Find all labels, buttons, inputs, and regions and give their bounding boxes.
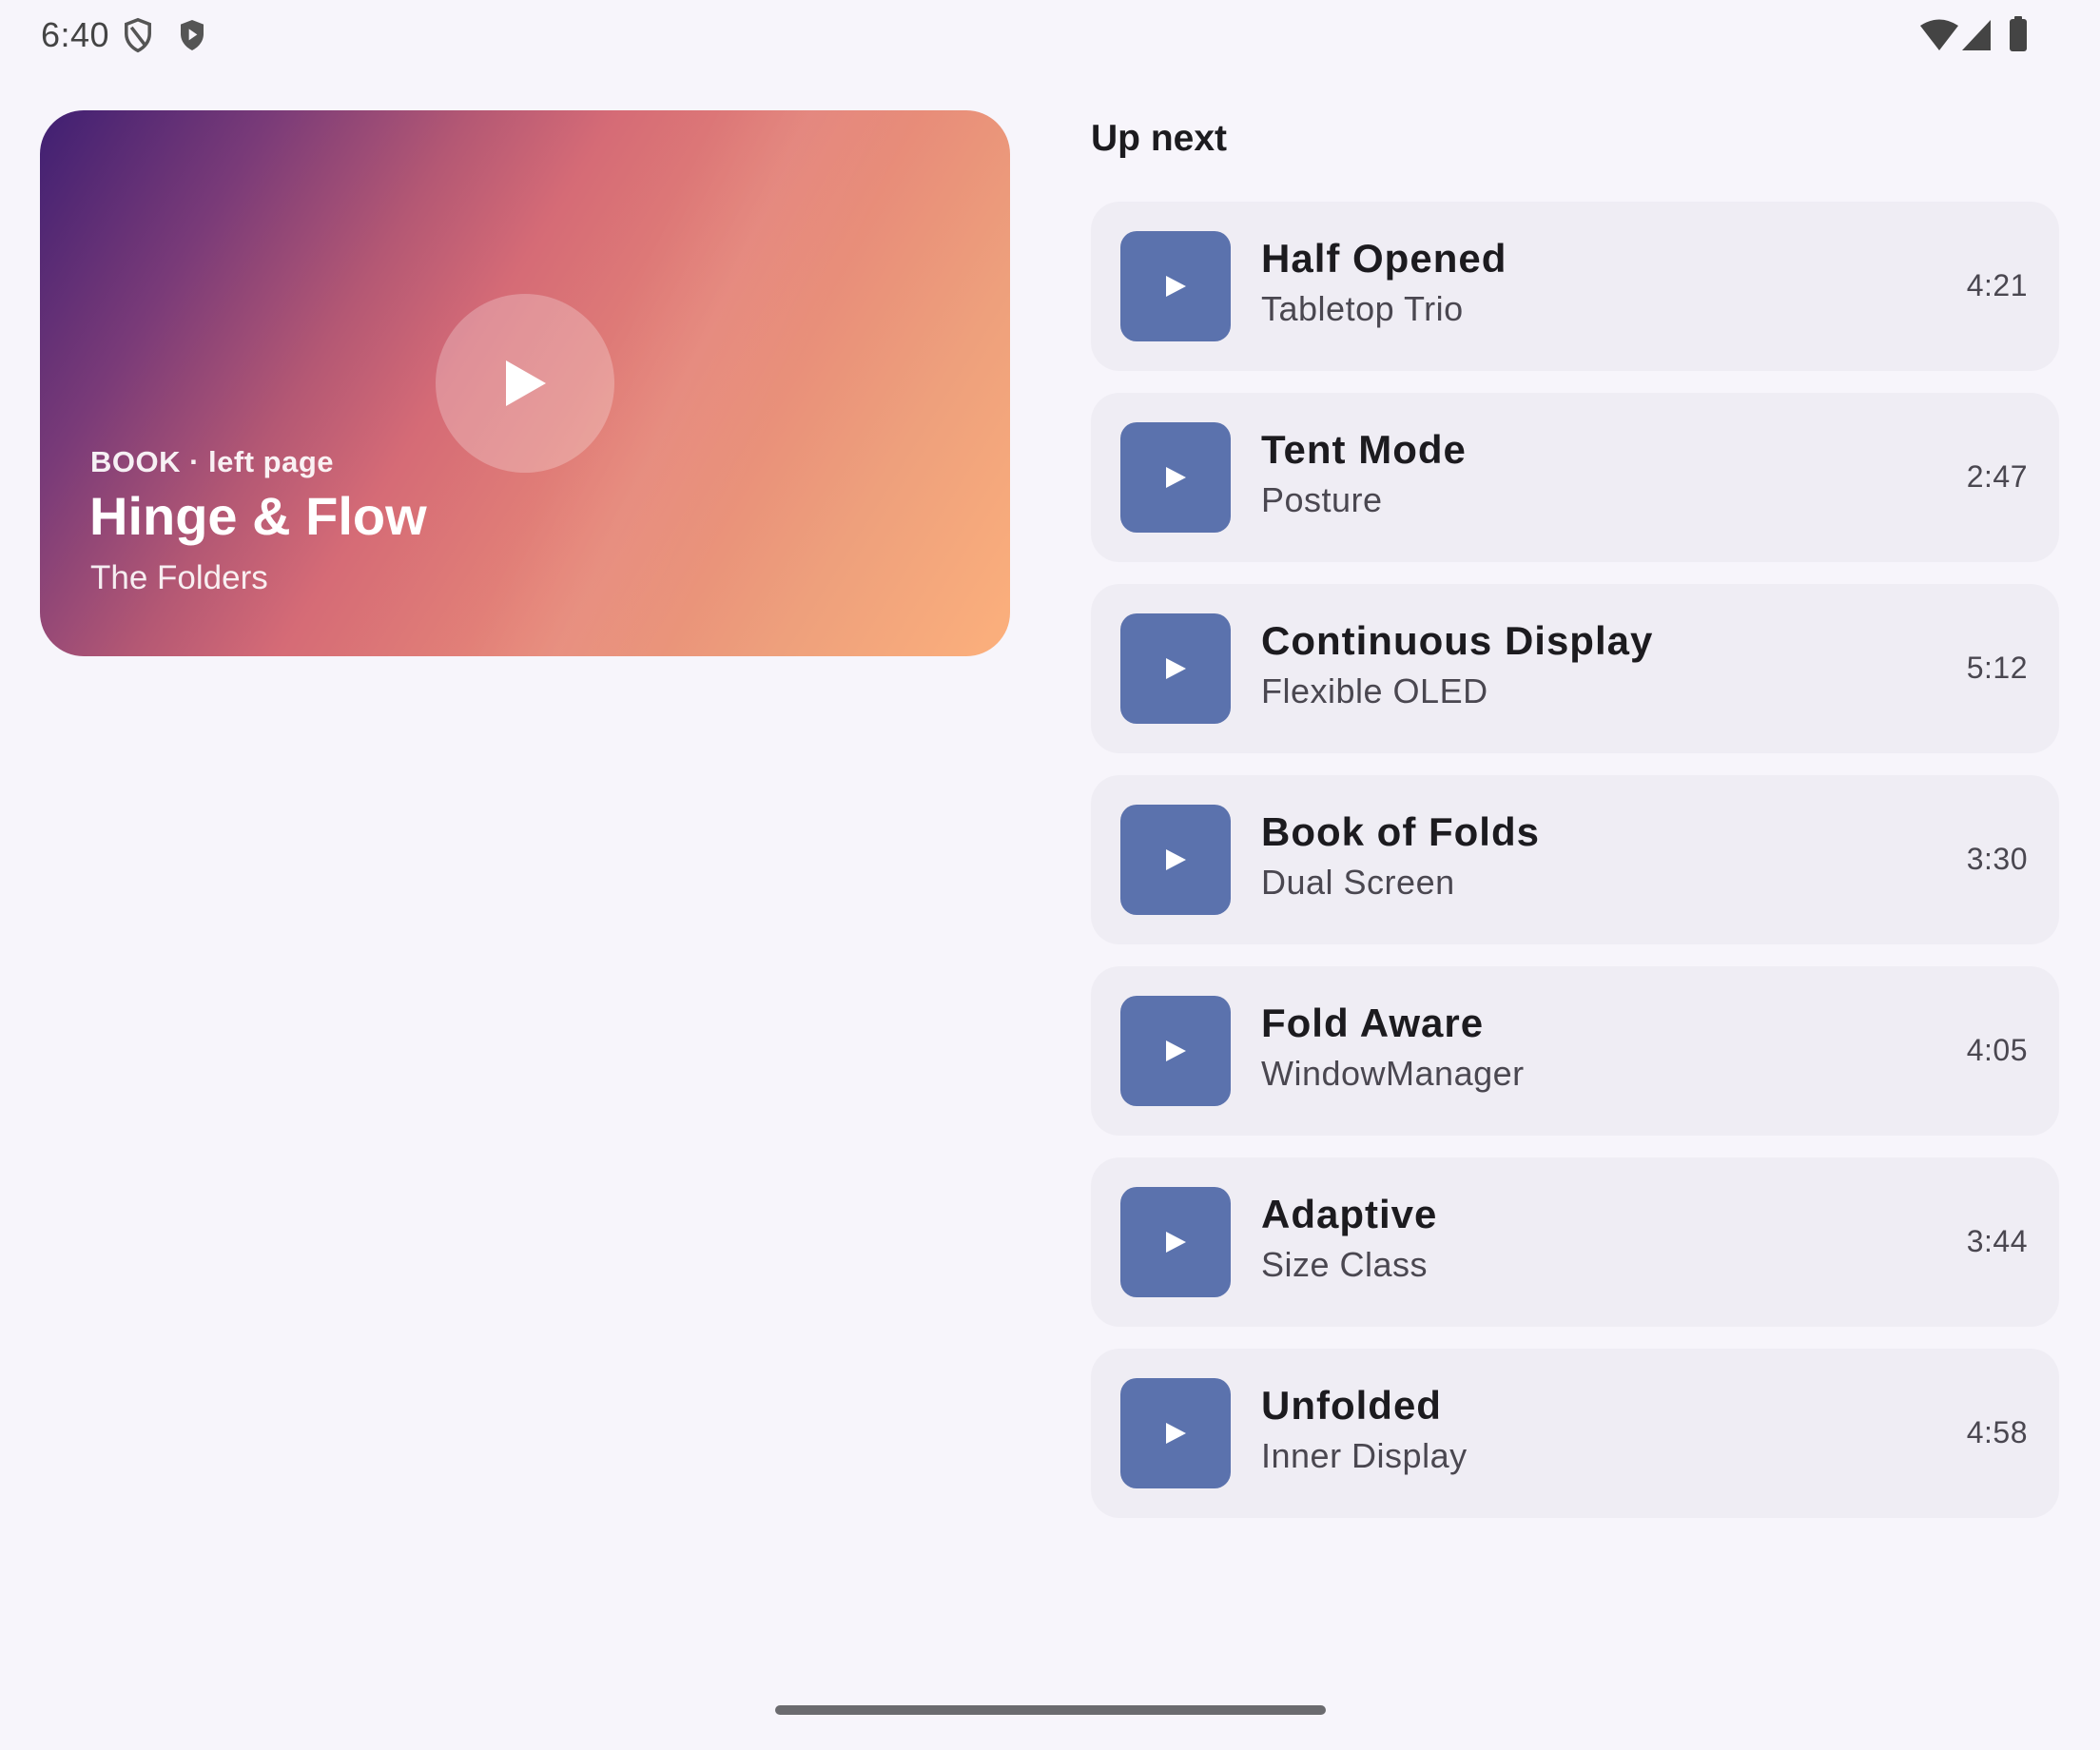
track-artist: Dual Screen xyxy=(1261,863,1455,902)
play-icon xyxy=(1166,1423,1186,1444)
hero-eyebrow: BOOK · left page xyxy=(90,445,335,478)
play-icon xyxy=(506,360,546,406)
play-icon xyxy=(1166,1232,1186,1253)
hero-title: Hinge & Flow xyxy=(89,486,427,546)
track-duration: 2:47 xyxy=(1966,459,2028,494)
track-artist: Flexible OLED xyxy=(1261,671,1488,710)
track-artist: Inner Display xyxy=(1261,1436,1468,1475)
track-item[interactable]: Unfolded Inner Display 4:58 xyxy=(1091,1349,2059,1518)
track-title: Fold Aware xyxy=(1261,1001,1485,1045)
track-item[interactable]: Adaptive Size Class 3:44 xyxy=(1091,1157,2059,1327)
status-bar: 6:40 xyxy=(0,0,2100,72)
track-item[interactable]: Continuous Display Flexible OLED 5:12 xyxy=(1091,584,2059,753)
track-item[interactable]: Fold Aware WindowManager 4:05 xyxy=(1091,966,2059,1136)
track-artist: Size Class xyxy=(1261,1245,1429,1284)
up-next-heading: Up next xyxy=(1091,118,1228,159)
shield-outline-icon xyxy=(125,17,151,53)
track-duration: 3:44 xyxy=(1966,1224,2028,1258)
wifi-icon xyxy=(1920,19,1958,50)
track-duration: 4:58 xyxy=(1966,1415,2028,1449)
track-artist: Tabletop Trio xyxy=(1261,289,1464,328)
track-thumbnail[interactable] xyxy=(1120,805,1231,915)
track-duration: 5:12 xyxy=(1966,651,2028,685)
track-thumbnail[interactable] xyxy=(1120,613,1231,724)
status-time: 6:40 xyxy=(41,15,110,54)
track-title: Book of Folds xyxy=(1261,809,1540,854)
track-title: Adaptive xyxy=(1261,1192,1438,1236)
track-thumbnail[interactable] xyxy=(1120,231,1231,341)
track-artist: WindowManager xyxy=(1261,1054,1525,1093)
track-artist: Posture xyxy=(1261,480,1383,519)
cellular-signal-icon xyxy=(1962,20,1991,50)
track-thumbnail[interactable] xyxy=(1120,996,1231,1106)
play-icon xyxy=(1166,467,1186,488)
track-thumbnail[interactable] xyxy=(1120,1378,1231,1488)
gesture-nav-handle[interactable] xyxy=(775,1705,1326,1715)
now-playing-card[interactable]: BOOK · left page Hinge & Flow The Folder… xyxy=(40,110,1010,656)
track-item[interactable]: Book of Folds Dual Screen 3:30 xyxy=(1091,775,2059,944)
track-title: Half Opened xyxy=(1261,236,1507,281)
play-shield-icon xyxy=(181,20,204,50)
track-duration: 4:21 xyxy=(1966,268,2028,302)
play-icon xyxy=(1166,1040,1186,1061)
track-duration: 4:05 xyxy=(1966,1033,2028,1067)
track-item[interactable]: Half Opened Tabletop Trio 4:21 xyxy=(1091,202,2059,371)
track-thumbnail[interactable] xyxy=(1120,422,1231,533)
hero-play-button[interactable] xyxy=(436,294,614,473)
play-icon xyxy=(1166,849,1186,870)
track-title: Unfolded xyxy=(1261,1383,1442,1428)
track-thumbnail[interactable] xyxy=(1120,1187,1231,1297)
track-title: Tent Mode xyxy=(1261,427,1467,472)
track-list: Half Opened Tabletop Trio 4:21 Tent Mode… xyxy=(1091,202,2059,1540)
hero-subtitle: The Folders xyxy=(90,559,268,596)
track-title: Continuous Display xyxy=(1261,618,1654,663)
battery-icon xyxy=(2010,16,2027,51)
track-duration: 3:30 xyxy=(1966,842,2028,876)
play-icon xyxy=(1166,276,1186,297)
track-item[interactable]: Tent Mode Posture 2:47 xyxy=(1091,393,2059,562)
play-icon xyxy=(1166,658,1186,679)
